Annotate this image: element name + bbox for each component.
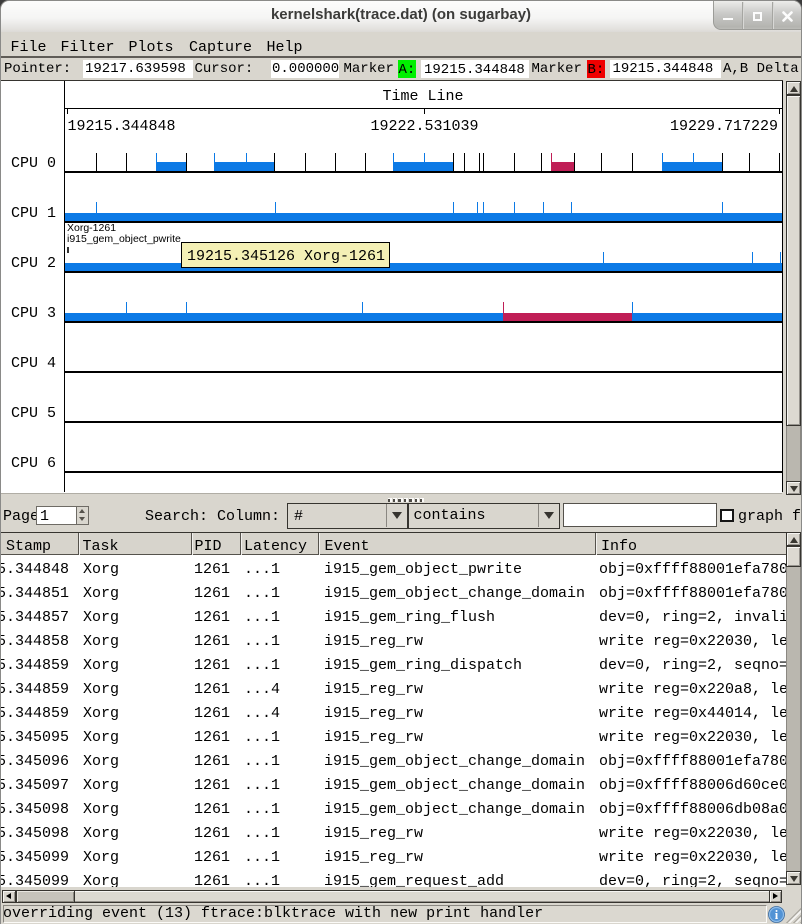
svg-text:i: i xyxy=(774,908,778,922)
